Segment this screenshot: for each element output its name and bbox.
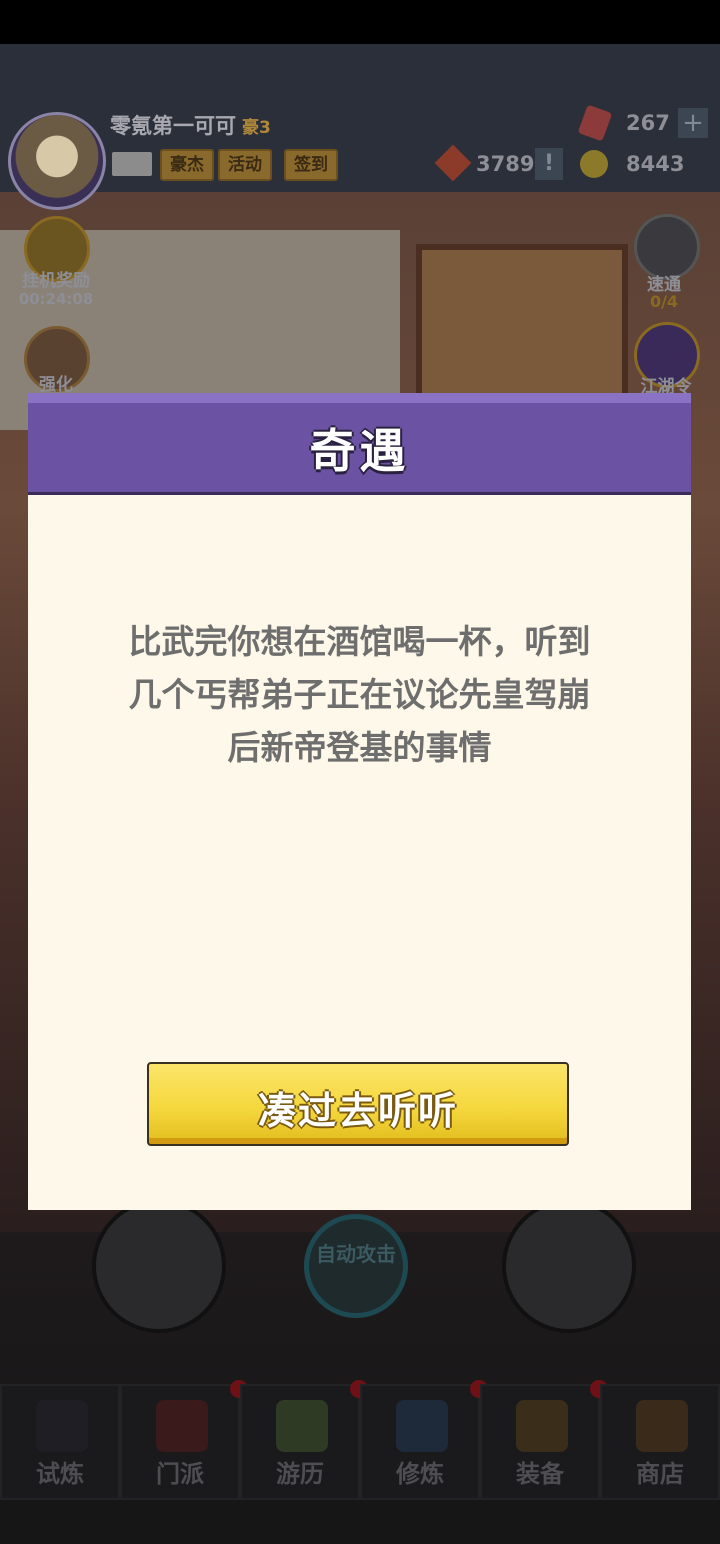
message-line: 后新帝登基的事情 (227, 728, 492, 767)
status-bar (0, 0, 720, 44)
dialog-header: 奇遇 (28, 393, 691, 495)
message-line: 几个丐帮弟子正在议论先皇驾崩 (128, 675, 591, 714)
dialog-title: 奇遇 (309, 424, 410, 478)
dialog-message: 比武完你想在酒馆喝一杯，听到 几个丐帮弟子正在议论先皇驾崩 后新帝登基的事情 (98, 615, 621, 774)
message-line: 比武完你想在酒馆喝一杯，听到 (128, 622, 591, 661)
listen-in-button[interactable]: 凑过去听听 (147, 1062, 569, 1146)
listen-in-label: 凑过去听听 (257, 1089, 458, 1133)
game-screen: 零氪第一可可 豪3 豪杰 活动 签到 267 + 3789 ! 8443 挂机奖励… (0, 44, 720, 1544)
encounter-dialog: 奇遇 比武完你想在酒馆喝一杯，听到 几个丐帮弟子正在议论先皇驾崩 后新帝登基的事… (28, 393, 691, 1210)
